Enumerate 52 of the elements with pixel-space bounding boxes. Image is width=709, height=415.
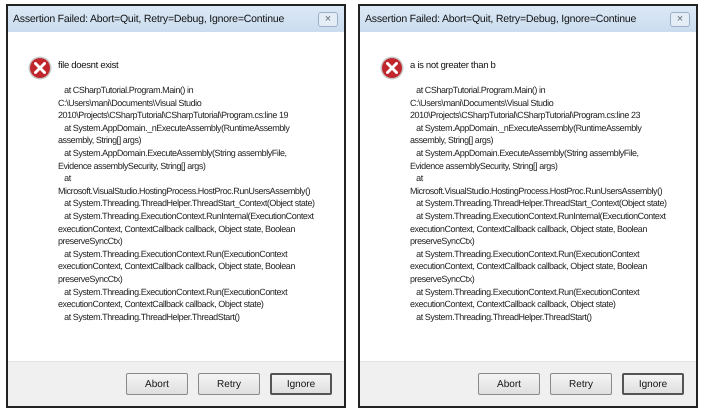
window-title: Assertion Failed: Abort=Quit, Retry=Debug, Ignore=Continue bbox=[13, 13, 284, 25]
stack-trace-line: at System.Threading.ThreadHelper.ThreadStart_Context(Object state) bbox=[415, 197, 667, 210]
dialog-button[interactable]: Retry bbox=[550, 373, 612, 395]
stack-trace-line: at bbox=[63, 172, 72, 185]
error-icon bbox=[380, 56, 404, 80]
stack-trace-line: executionContext, ContextCallback callback, Object state, Boolean bbox=[410, 260, 648, 273]
stack-trace-line: at System.Threading.ExecutionContext.Run(ExecutionContext bbox=[415, 248, 640, 260]
stack-trace-line: assembly, String[] args) bbox=[58, 134, 142, 147]
close-button[interactable]: × bbox=[670, 12, 690, 26]
stack-trace-line: at System.Threading.ExecutionContext.Run(ExecutionContext bbox=[63, 286, 288, 298]
error-message: a is not greater than b bbox=[410, 60, 497, 71]
stack-trace-line: at bbox=[415, 172, 424, 185]
dialog-button[interactable]: Abort bbox=[126, 373, 188, 395]
stack-trace-line: at System.AppDomain.ExecuteAssembly(String assemblyFile, bbox=[63, 146, 288, 160]
stack-trace-line: executionContext, ContextCallback callback, Object state, Boolean bbox=[58, 222, 296, 236]
stack-trace-line: at System.Threading.ThreadHelper.ThreadStart_Context(Object state) bbox=[63, 197, 315, 210]
stack-trace-line: preserveSyncCtx) bbox=[58, 272, 124, 286]
dialog-button[interactable]: Retry bbox=[198, 373, 260, 395]
stack-trace-line: at System.AppDomain._nExecuteAssembly(RuntimeAssembly bbox=[63, 122, 291, 134]
stack-trace-line: assembly, String[] args) bbox=[410, 134, 494, 147]
dialog-button[interactable]: Abort bbox=[478, 373, 540, 395]
stack-trace-line: at System.Threading.ExecutionContext.Run(ExecutionContext bbox=[415, 286, 640, 298]
stack-trace-line: preserveSyncCtx) bbox=[410, 235, 476, 248]
stack-trace-line: at CSharpTutorial.Program.Main() in bbox=[63, 84, 194, 97]
stack-trace-line: executionContext, ContextCallback callback, Object state, Boolean bbox=[410, 222, 648, 236]
stack-trace-line: at System.AppDomain._nExecuteAssembly(RuntimeAssembly bbox=[415, 122, 643, 134]
window-title: Assertion Failed: Abort=Quit, Retry=Debug, Ignore=Continue bbox=[365, 13, 636, 25]
stack-trace-line: Microsoft.VisualStudio.HostingProcess.HostProc.RunUsersAssembly() bbox=[410, 184, 664, 198]
stack-trace-line: executionContext, ContextCallback callback, Object state, Boolean bbox=[58, 260, 296, 273]
dialog-button[interactable]: Ignore bbox=[622, 373, 684, 395]
stack-trace-line: C:\Users\mani\Documents\Visual Studio bbox=[410, 96, 554, 110]
error-message: file doesnt exist bbox=[58, 60, 120, 71]
stack-trace-line: Evidence assemblySecurity, String[] args) bbox=[58, 160, 206, 172]
stack-trace-line: executionContext, ContextCallback callback, Object state) bbox=[410, 298, 616, 311]
stack-trace-line: at CSharpTutorial.Program.Main() in bbox=[415, 84, 546, 97]
stack-trace-line: at System.Threading.ExecutionContext.Run(ExecutionContext bbox=[63, 248, 288, 260]
stack-trace-line: at System.Threading.ExecutionContext.RunInternal(ExecutionContext bbox=[63, 210, 315, 223]
close-button[interactable]: × bbox=[318, 12, 338, 26]
stack-trace-line: preserveSyncCtx) bbox=[410, 272, 476, 286]
stack-trace-line: 2010\Projects\CSharpTutorial\CSharpTutorial\Program.cs:line 23 bbox=[410, 109, 642, 122]
stack-trace-line: at System.Threading.ExecutionContext.RunInternal(ExecutionContext bbox=[415, 210, 667, 223]
dialog-button[interactable]: Ignore bbox=[270, 373, 332, 395]
stack-trace-line: Evidence assemblySecurity, String[] args) bbox=[410, 160, 558, 172]
stack-trace-line: Microsoft.VisualStudio.HostingProcess.HostProc.RunUsersAssembly() bbox=[58, 184, 312, 198]
error-icon bbox=[28, 56, 52, 80]
stack-trace-line: C:\Users\mani\Documents\Visual Studio bbox=[58, 96, 202, 110]
stack-trace-line: preserveSyncCtx) bbox=[58, 235, 124, 248]
stack-trace-line: at System.Threading.ThreadHelper.ThreadStart() bbox=[415, 310, 593, 324]
stack-trace-line: at System.AppDomain.ExecuteAssembly(String assemblyFile, bbox=[415, 146, 640, 160]
stack-trace-line: 2010\Projects\CSharpTutorial\CSharpTutorial\Program.cs:line 19 bbox=[58, 109, 290, 122]
stack-trace-line: at System.Threading.ThreadHelper.ThreadStart() bbox=[63, 310, 241, 324]
stack-trace-line: executionContext, ContextCallback callback, Object state) bbox=[58, 298, 264, 311]
